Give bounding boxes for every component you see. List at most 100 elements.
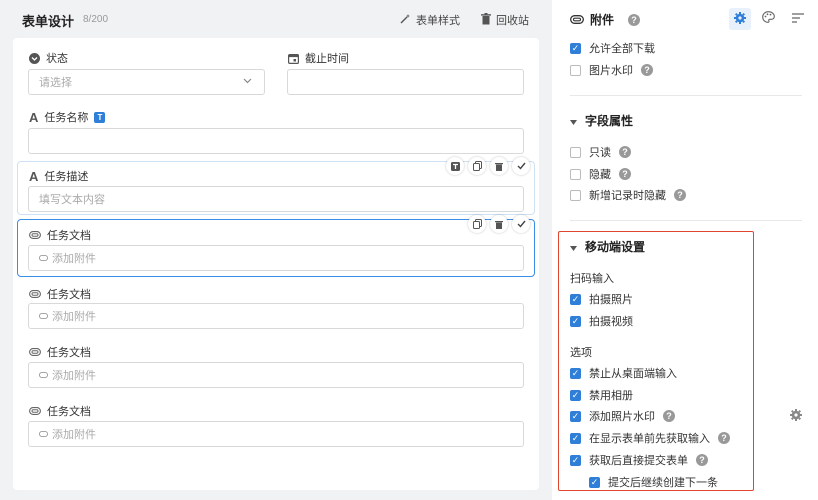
attachment-3-input[interactable]: 添加附件 xyxy=(28,362,524,388)
text-a-icon: A xyxy=(29,168,39,184)
copy-icon[interactable] xyxy=(468,157,486,175)
theme-tab[interactable] xyxy=(762,11,775,26)
task-desc-toolbar xyxy=(446,157,530,175)
allow-download-option[interactable]: ✓ 允许全部下载 xyxy=(570,40,655,56)
help-icon[interactable]: ? xyxy=(628,13,641,26)
highlight-frame xyxy=(558,231,754,491)
attachment-2-placeholder: 添加附件 xyxy=(52,311,96,323)
paperclip-icon xyxy=(39,369,49,381)
paperclip-icon xyxy=(39,428,49,440)
status-field-label-row: 状态 xyxy=(29,50,68,66)
form-style-button[interactable]: 表单样式 xyxy=(399,12,460,28)
text-a-icon: A xyxy=(29,109,39,125)
floating-settings-button[interactable] xyxy=(790,409,802,424)
readonly-option[interactable]: 只读 ? xyxy=(570,144,631,160)
chevron-down-icon xyxy=(243,76,252,88)
gear-icon xyxy=(734,11,746,27)
task-desc-label: 任务描述 xyxy=(44,171,89,183)
task-desc-placeholder: 填写文本内容 xyxy=(39,194,105,206)
attachment-4-label: 任务文档 xyxy=(47,406,91,418)
help-icon[interactable]: ? xyxy=(619,168,631,180)
attachment-3-label-row: 任务文档 xyxy=(29,344,91,360)
paperclip-icon xyxy=(39,252,49,264)
attachment-4-placeholder: 添加附件 xyxy=(52,429,96,441)
checkbox[interactable] xyxy=(570,189,581,201)
check-icon[interactable] xyxy=(512,215,530,233)
attachment-4-input[interactable]: 添加附件 xyxy=(28,421,524,447)
task-name-label: 任务名称 xyxy=(44,112,89,124)
title-field-badge: T xyxy=(94,111,106,123)
attachment-1-input[interactable]: 添加附件 xyxy=(28,245,524,271)
deadline-label: 截止时间 xyxy=(305,53,349,65)
checkbox[interactable] xyxy=(570,64,581,76)
deadline-field-label-row: 截止时间 xyxy=(288,50,349,66)
status-label: 状态 xyxy=(46,53,68,65)
divider xyxy=(570,220,802,221)
caret-down-icon xyxy=(570,114,577,128)
panel-header: 附件 ? xyxy=(570,11,641,28)
attachment-1-label: 任务文档 xyxy=(47,230,91,242)
option-label: 新增记录时隐藏 xyxy=(589,190,666,202)
paperclip-icon xyxy=(570,13,584,27)
image-watermark-option[interactable]: 图片水印 ? xyxy=(570,62,653,78)
paperclip-icon xyxy=(29,348,41,356)
attachment-1-placeholder: 添加附件 xyxy=(52,253,96,265)
option-label: 允许全部下载 xyxy=(589,43,655,55)
hidden-option[interactable]: 隐藏 ? xyxy=(570,166,631,182)
status-select[interactable]: 请选择 xyxy=(28,69,265,95)
attachment-3-placeholder: 添加附件 xyxy=(52,370,96,382)
panel-title: 附件 xyxy=(590,13,615,27)
checkbox-checked[interactable]: ✓ xyxy=(570,42,581,54)
page-title: 表单设计 xyxy=(22,14,75,29)
task-name-input[interactable] xyxy=(28,128,524,154)
paperclip-icon xyxy=(29,231,41,239)
option-label: 只读 xyxy=(589,147,611,159)
task-name-label-row: A 任务名称 T xyxy=(29,109,106,125)
palette-icon xyxy=(762,11,775,26)
form-canvas-area: 表单设计 8/200 表单样式 回收站 状态 请选择 截止时间 A 任务名称 T… xyxy=(0,0,552,500)
attachment-1-label-row: 任务文档 xyxy=(29,227,91,243)
checkbox[interactable] xyxy=(570,168,581,180)
attachment-2-input[interactable]: 添加附件 xyxy=(28,303,524,329)
settings-tab[interactable] xyxy=(729,8,751,30)
recycle-bin-label: 回收站 xyxy=(496,15,529,27)
recycle-bin-button[interactable]: 回收站 xyxy=(481,12,529,28)
help-icon[interactable]: ? xyxy=(674,189,686,201)
divider xyxy=(570,95,802,96)
paperclip-icon xyxy=(39,310,49,322)
status-placeholder: 请选择 xyxy=(39,77,72,89)
section-title: 字段属性 xyxy=(585,114,634,128)
option-label: 图片水印 xyxy=(589,65,633,77)
chevron-circle-icon xyxy=(29,52,40,64)
align-left-icon xyxy=(792,13,804,26)
check-icon[interactable] xyxy=(512,157,530,175)
trash-icon xyxy=(481,12,491,28)
magic-wand-icon xyxy=(399,13,411,28)
paperclip-icon xyxy=(29,407,41,415)
task-desc-input[interactable]: 填写文本内容 xyxy=(28,186,524,212)
attachment-2-label: 任务文档 xyxy=(47,289,91,301)
calendar-icon xyxy=(288,53,299,64)
help-icon[interactable]: ? xyxy=(619,146,631,158)
checkbox[interactable] xyxy=(570,146,581,158)
copy-icon[interactable] xyxy=(468,215,486,233)
delete-icon[interactable] xyxy=(490,215,508,233)
title-field-icon[interactable] xyxy=(446,157,464,175)
paperclip-icon xyxy=(29,290,41,298)
attachment-4-label-row: 任务文档 xyxy=(29,403,91,419)
layout-tab[interactable] xyxy=(792,13,804,26)
task-desc-label-row: A 任务描述 xyxy=(29,168,88,184)
form-style-label: 表单样式 xyxy=(416,15,460,27)
attachment-toolbar xyxy=(468,215,530,233)
help-icon[interactable]: ? xyxy=(641,64,653,76)
hide-on-create-option[interactable]: 新增记录时隐藏 ? xyxy=(570,187,686,203)
top-bar: 表单设计 8/200 表单样式 回收站 xyxy=(0,0,552,38)
gear-icon xyxy=(790,409,802,424)
option-label: 隐藏 xyxy=(589,169,611,181)
deadline-input[interactable] xyxy=(287,69,524,95)
attachment-2-label-row: 任务文档 xyxy=(29,286,91,302)
field-count: 8/200 xyxy=(83,14,109,25)
field-props-section-header[interactable]: 字段属性 xyxy=(570,112,633,129)
delete-icon[interactable] xyxy=(490,157,508,175)
attachment-3-label: 任务文档 xyxy=(47,347,91,359)
